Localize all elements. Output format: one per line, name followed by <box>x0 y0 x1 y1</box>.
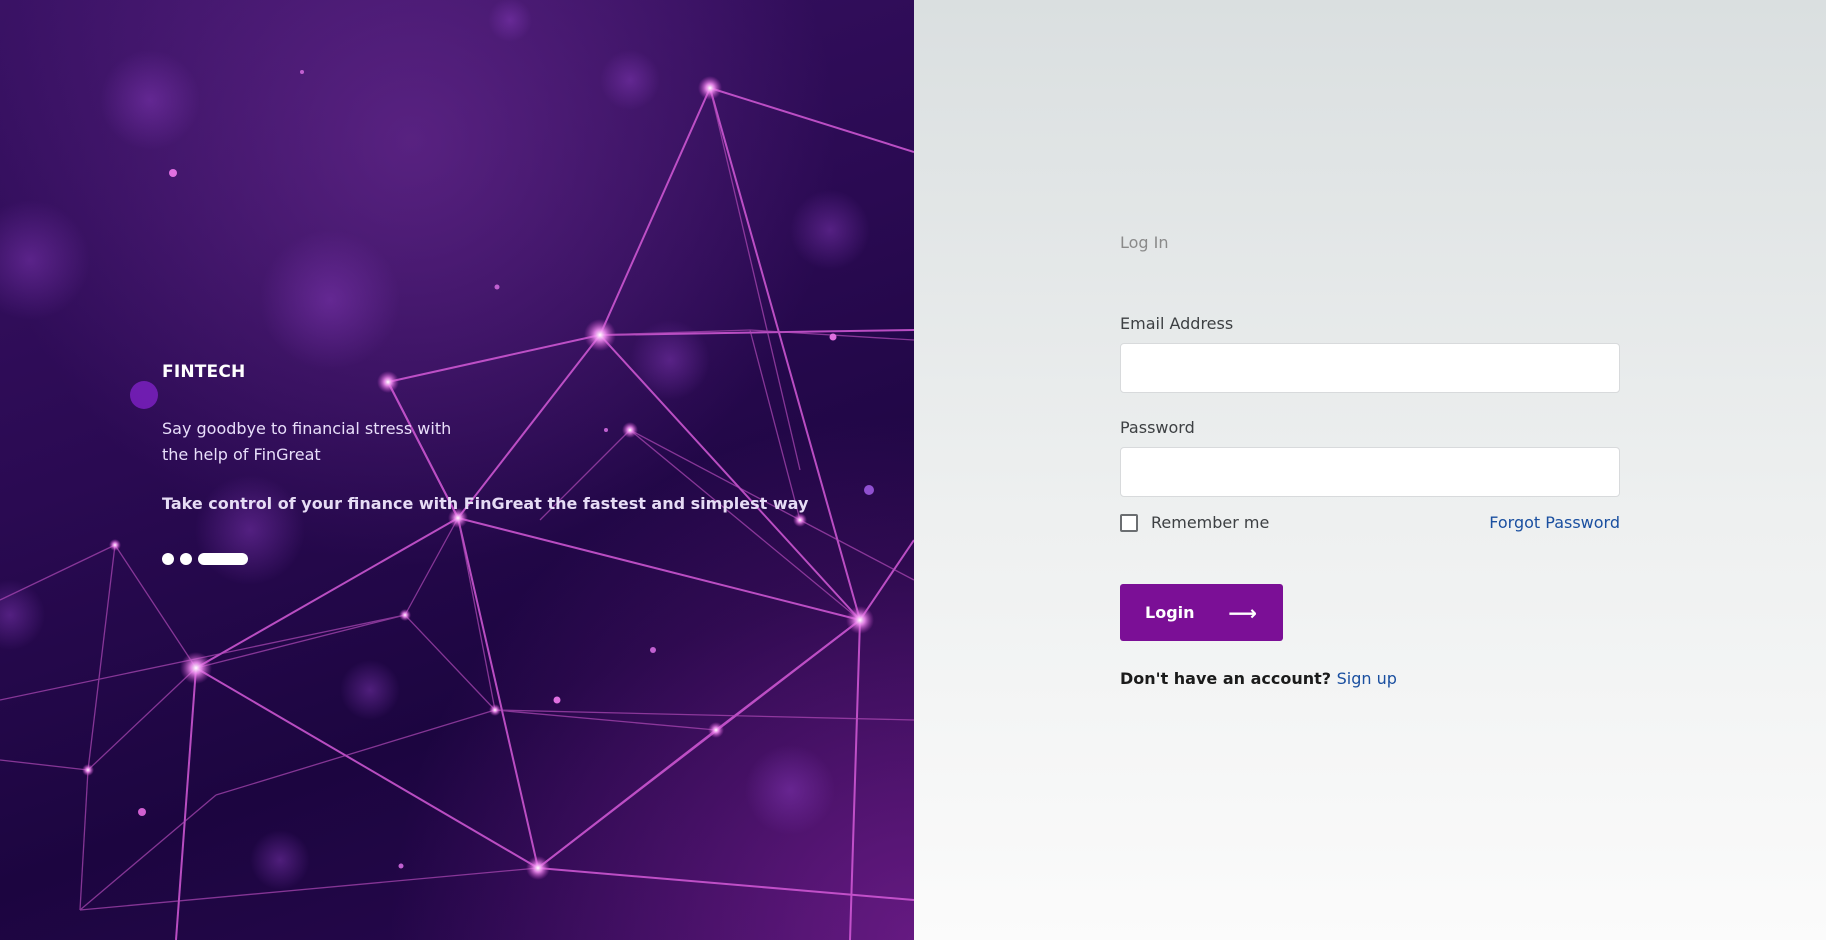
email-input[interactable] <box>1120 343 1620 393</box>
signup-link[interactable]: Sign up <box>1337 669 1397 688</box>
arrow-right-icon: ⟶ <box>1228 600 1257 625</box>
password-field-group: Password <box>1120 418 1620 497</box>
login-panel: Log In Email Address Password Remember m… <box>914 0 1826 940</box>
signup-prompt-row: Don't have an account? Sign up <box>1120 669 1620 688</box>
login-page: FINTECH Say goodbye to financial stress … <box>0 0 1826 940</box>
login-button-label: Login <box>1145 603 1195 622</box>
brand-name: FINTECH <box>162 362 246 382</box>
slide-dot-3-active[interactable] <box>198 553 248 565</box>
slide-dot-2[interactable] <box>180 553 192 565</box>
remember-me-label: Remember me <box>1151 513 1270 532</box>
signup-prompt: Don't have an account? <box>1120 669 1332 688</box>
email-field-group: Email Address <box>1120 314 1620 393</box>
login-button[interactable]: Login ⟶ <box>1120 584 1283 641</box>
hero-panel: FINTECH Say goodbye to financial stress … <box>0 0 914 940</box>
password-label: Password <box>1120 418 1195 437</box>
login-options-row: Remember me Forgot Password <box>1120 513 1620 532</box>
email-label: Email Address <box>1120 314 1234 333</box>
password-input[interactable] <box>1120 447 1620 497</box>
remember-me-checkbox[interactable] <box>1120 513 1138 532</box>
hero-tagline: Say goodbye to financial stress with the… <box>162 419 452 464</box>
remember-me-toggle[interactable]: Remember me <box>1120 513 1269 532</box>
forgot-password-link[interactable]: Forgot Password <box>1489 513 1620 532</box>
slide-dot-1[interactable] <box>162 553 174 565</box>
login-form: Log In Email Address Password Remember m… <box>1120 233 1620 688</box>
login-title: Log In <box>1120 233 1169 252</box>
slide-indicator <box>162 553 802 565</box>
hero-content: FINTECH Say goodbye to financial stress … <box>162 362 809 565</box>
hero-subtagline: Take control of your finance with FinGre… <box>162 494 809 513</box>
